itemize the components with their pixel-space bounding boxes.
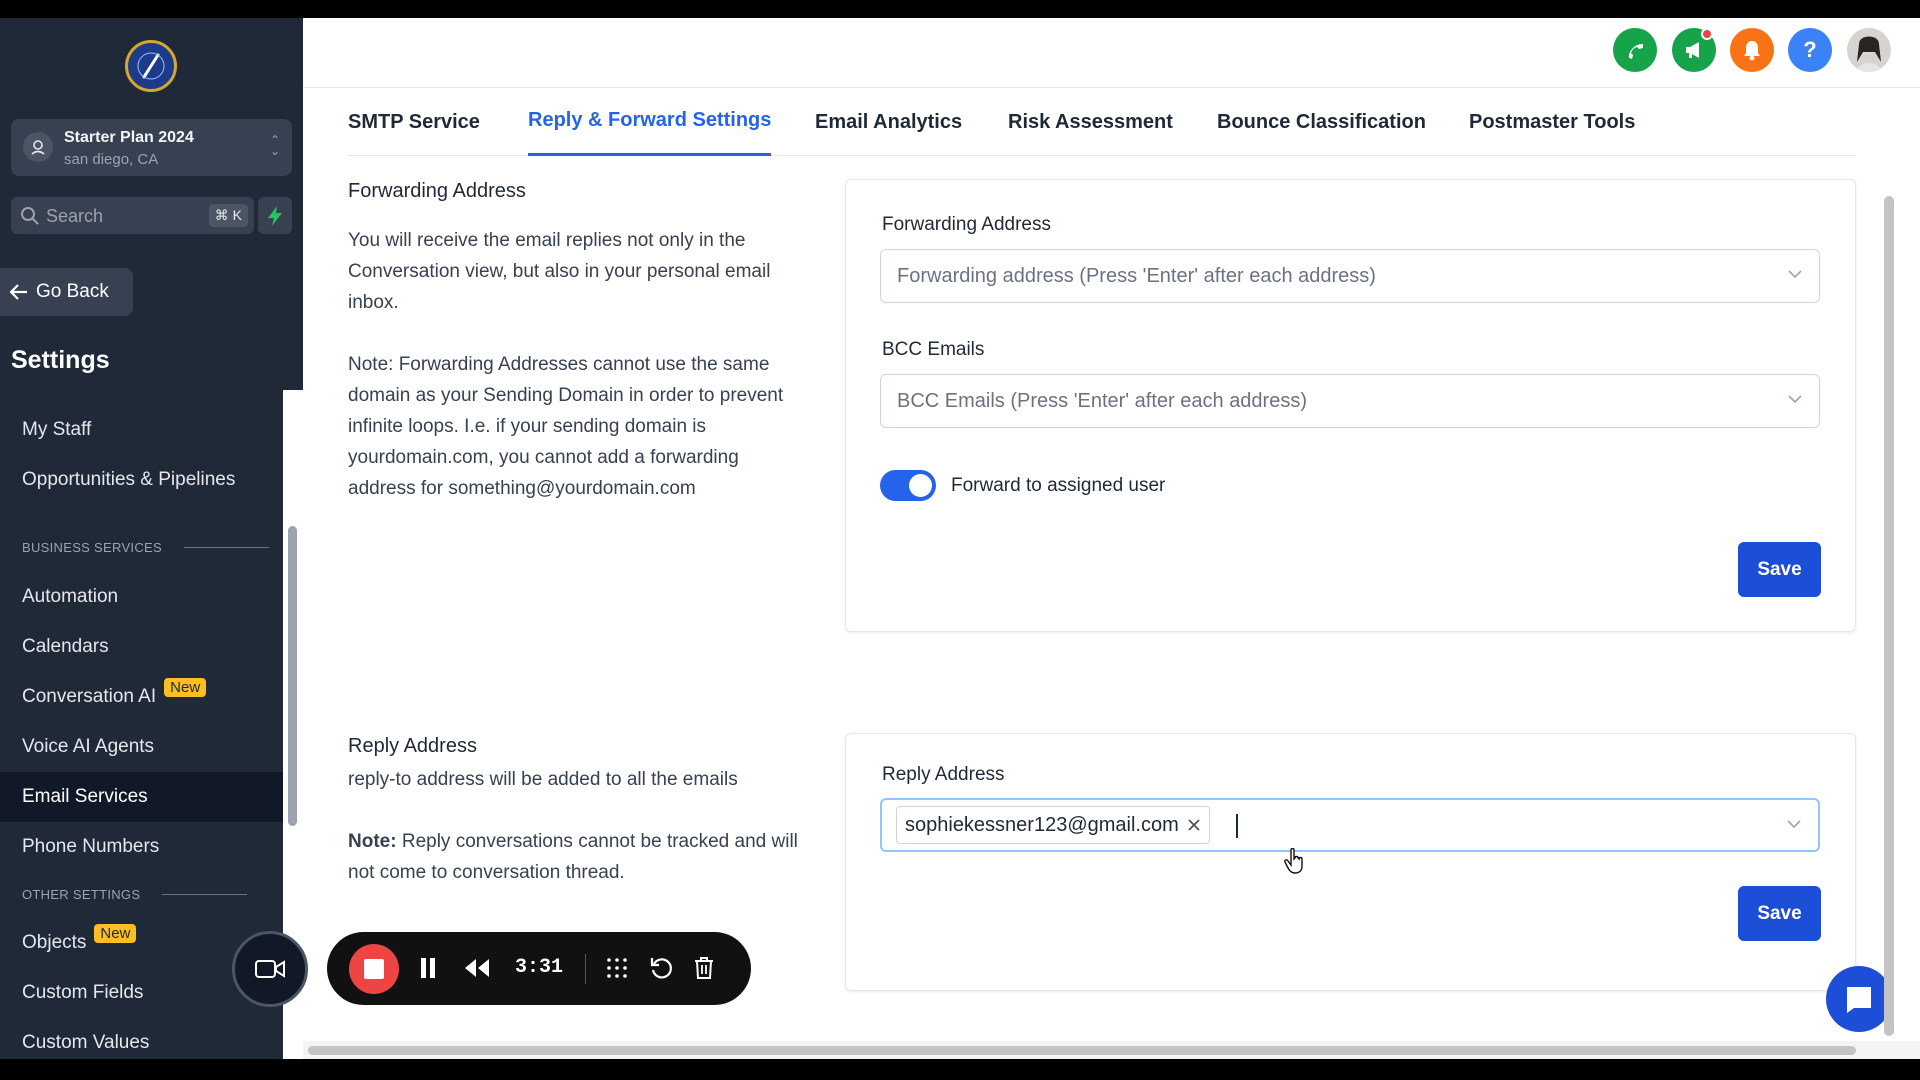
text-cursor xyxy=(1236,814,1238,838)
forward-to-assigned-user-toggle[interactable] xyxy=(880,470,936,501)
arrow-left-icon xyxy=(10,284,27,300)
nav-label: Conversation AI xyxy=(22,686,157,707)
close-icon[interactable] xyxy=(1187,818,1201,832)
tab-postmaster-tools[interactable]: Postmaster Tools xyxy=(1469,88,1635,156)
nav-label: Calendars xyxy=(22,636,109,657)
location-icon xyxy=(23,132,53,162)
nav-section-business: BUSINESS SERVICES xyxy=(22,540,269,555)
horizontal-scrollbar[interactable] xyxy=(303,1041,1920,1059)
app-logo[interactable] xyxy=(125,40,177,92)
bcc-emails-input[interactable]: BCC Emails (Press 'Enter' after each add… xyxy=(880,374,1820,428)
email-chip: sophiekessner123@gmail.com xyxy=(896,806,1210,844)
chevron-down-icon xyxy=(1787,820,1801,829)
bcc-field-label: BCC Emails xyxy=(882,339,985,360)
nav-label: Custom Values xyxy=(22,1032,150,1053)
account-switcher[interactable]: Starter Plan 2024 san diego, CA ⌃ ⌄ xyxy=(11,119,292,176)
nav-label: Voice AI Agents xyxy=(22,736,155,757)
forwarding-address-input[interactable]: Forwarding address (Press 'Enter' after … xyxy=(880,249,1820,303)
toggle-label: Forward to assigned user xyxy=(951,475,1166,496)
new-badge: New xyxy=(94,923,137,943)
tab-risk-assessment[interactable]: Risk Assessment xyxy=(1008,88,1173,156)
notification-dot xyxy=(1701,28,1713,40)
nav-label: Phone Numbers xyxy=(22,836,160,857)
nav-section-other: OTHER SETTINGS xyxy=(22,887,248,902)
phone-icon[interactable] xyxy=(1613,28,1657,72)
camera-toggle[interactable] xyxy=(232,931,308,1007)
nav-label: Custom Fields xyxy=(22,982,144,1003)
chevron-down-icon xyxy=(1788,395,1802,404)
recording-timer: 3:31 xyxy=(515,956,564,979)
forwarding-description: You will receive the email replies not o… xyxy=(348,230,771,313)
chevron-up-down-icon: ⌃ ⌄ xyxy=(269,133,280,158)
reply-field-label: Reply Address xyxy=(882,764,1005,785)
rewind-icon[interactable] xyxy=(463,956,491,980)
nav-opportunities[interactable]: Opportunities & Pipelines xyxy=(0,455,283,505)
page-scrollbar[interactable] xyxy=(1884,196,1894,1036)
help-icon[interactable]: ? xyxy=(1788,28,1832,72)
recorder-divider xyxy=(585,954,586,984)
chat-bubble-icon xyxy=(1847,987,1871,1013)
horizontal-scrollbar-thumb[interactable] xyxy=(308,1046,1856,1055)
sidebar: Starter Plan 2024 san diego, CA ⌃ ⌄ Searc… xyxy=(0,18,303,1059)
nav-phone-numbers[interactable]: Phone Numbers xyxy=(0,822,283,872)
screen-recorder-bar: 3:31 xyxy=(327,932,751,1005)
nav-label: Automation xyxy=(22,586,119,607)
stop-recording-button[interactable] xyxy=(349,944,399,994)
forwarding-note: Note: Forwarding Addresses cannot use th… xyxy=(348,354,784,499)
reply-address-input[interactable]: sophiekessner123@gmail.com xyxy=(880,798,1820,852)
forwarding-field-label: Forwarding Address xyxy=(882,214,1051,235)
nav-conversation-ai[interactable]: Conversation AI New xyxy=(0,672,283,722)
tab-bounce-classification[interactable]: Bounce Classification xyxy=(1217,88,1426,156)
reply-note: Note: Reply conversations cannot be trac… xyxy=(348,831,798,883)
tab-email-analytics[interactable]: Email Analytics xyxy=(815,88,962,156)
chip-email: sophiekessner123@gmail.com xyxy=(905,813,1179,836)
tab-reply-forward-settings[interactable]: Reply & Forward Settings xyxy=(528,88,772,156)
settings-tabs: SMTP Service Reply & Forward Settings Em… xyxy=(348,88,1856,156)
restart-icon[interactable] xyxy=(649,956,673,980)
go-back-label: Go Back xyxy=(36,281,109,302)
nav-label: Objects xyxy=(22,932,87,953)
video-camera-icon xyxy=(255,960,285,978)
search-icon xyxy=(21,207,39,225)
grid-dots-icon[interactable] xyxy=(605,956,629,980)
app-frame: Starter Plan 2024 san diego, CA ⌃ ⌄ Searc… xyxy=(0,18,1920,1059)
chevron-down-icon xyxy=(1788,270,1802,279)
nav-label: Email Services xyxy=(22,786,148,807)
go-back-button[interactable]: Go Back xyxy=(0,268,133,316)
nav-label: My Staff xyxy=(22,419,92,440)
nav-voice-ai[interactable]: Voice AI Agents xyxy=(0,722,283,772)
pause-icon[interactable] xyxy=(419,956,437,980)
sidebar-scrollbar-thumb[interactable] xyxy=(288,526,297,826)
trash-icon[interactable] xyxy=(693,956,715,980)
nav-label: Opportunities & Pipelines xyxy=(22,469,236,490)
nav-calendars[interactable]: Calendars xyxy=(0,622,283,672)
settings-title: Settings xyxy=(11,346,110,374)
stop-icon xyxy=(364,959,384,979)
search-box[interactable]: Search ⌘ K xyxy=(11,197,254,234)
nav-automation[interactable]: Automation xyxy=(0,572,283,622)
nav-email-services[interactable]: Email Services xyxy=(0,772,283,822)
account-location: san diego, CA xyxy=(64,151,159,168)
forwarding-section-title: Forwarding Address xyxy=(348,180,526,202)
new-badge: New xyxy=(164,677,207,697)
user-avatar[interactable] xyxy=(1847,28,1891,72)
search-shortcut: ⌘ K xyxy=(208,204,248,227)
lightning-icon xyxy=(268,205,282,226)
reply-save-button[interactable]: Save xyxy=(1738,886,1821,941)
bell-icon[interactable] xyxy=(1730,28,1774,72)
nav-custom-values[interactable]: Custom Values xyxy=(0,1018,283,1059)
reply-section-title: Reply Address xyxy=(348,735,477,757)
search-placeholder: Search xyxy=(46,206,104,226)
tab-smtp-service[interactable]: SMTP Service xyxy=(348,88,480,156)
bcc-placeholder: BCC Emails (Press 'Enter' after each add… xyxy=(897,390,1307,412)
reply-description: reply-to address will be added to all th… xyxy=(348,769,738,790)
forwarding-save-button[interactable]: Save xyxy=(1738,542,1821,597)
hand-pointer-icon xyxy=(1284,848,1303,874)
forwarding-placeholder: Forwarding address (Press 'Enter' after … xyxy=(897,265,1376,287)
chat-widget-button[interactable] xyxy=(1826,966,1892,1032)
nav-my-staff[interactable]: My Staff xyxy=(0,405,283,455)
account-name: Starter Plan 2024 xyxy=(64,129,194,146)
quick-actions-button[interactable] xyxy=(258,197,292,234)
